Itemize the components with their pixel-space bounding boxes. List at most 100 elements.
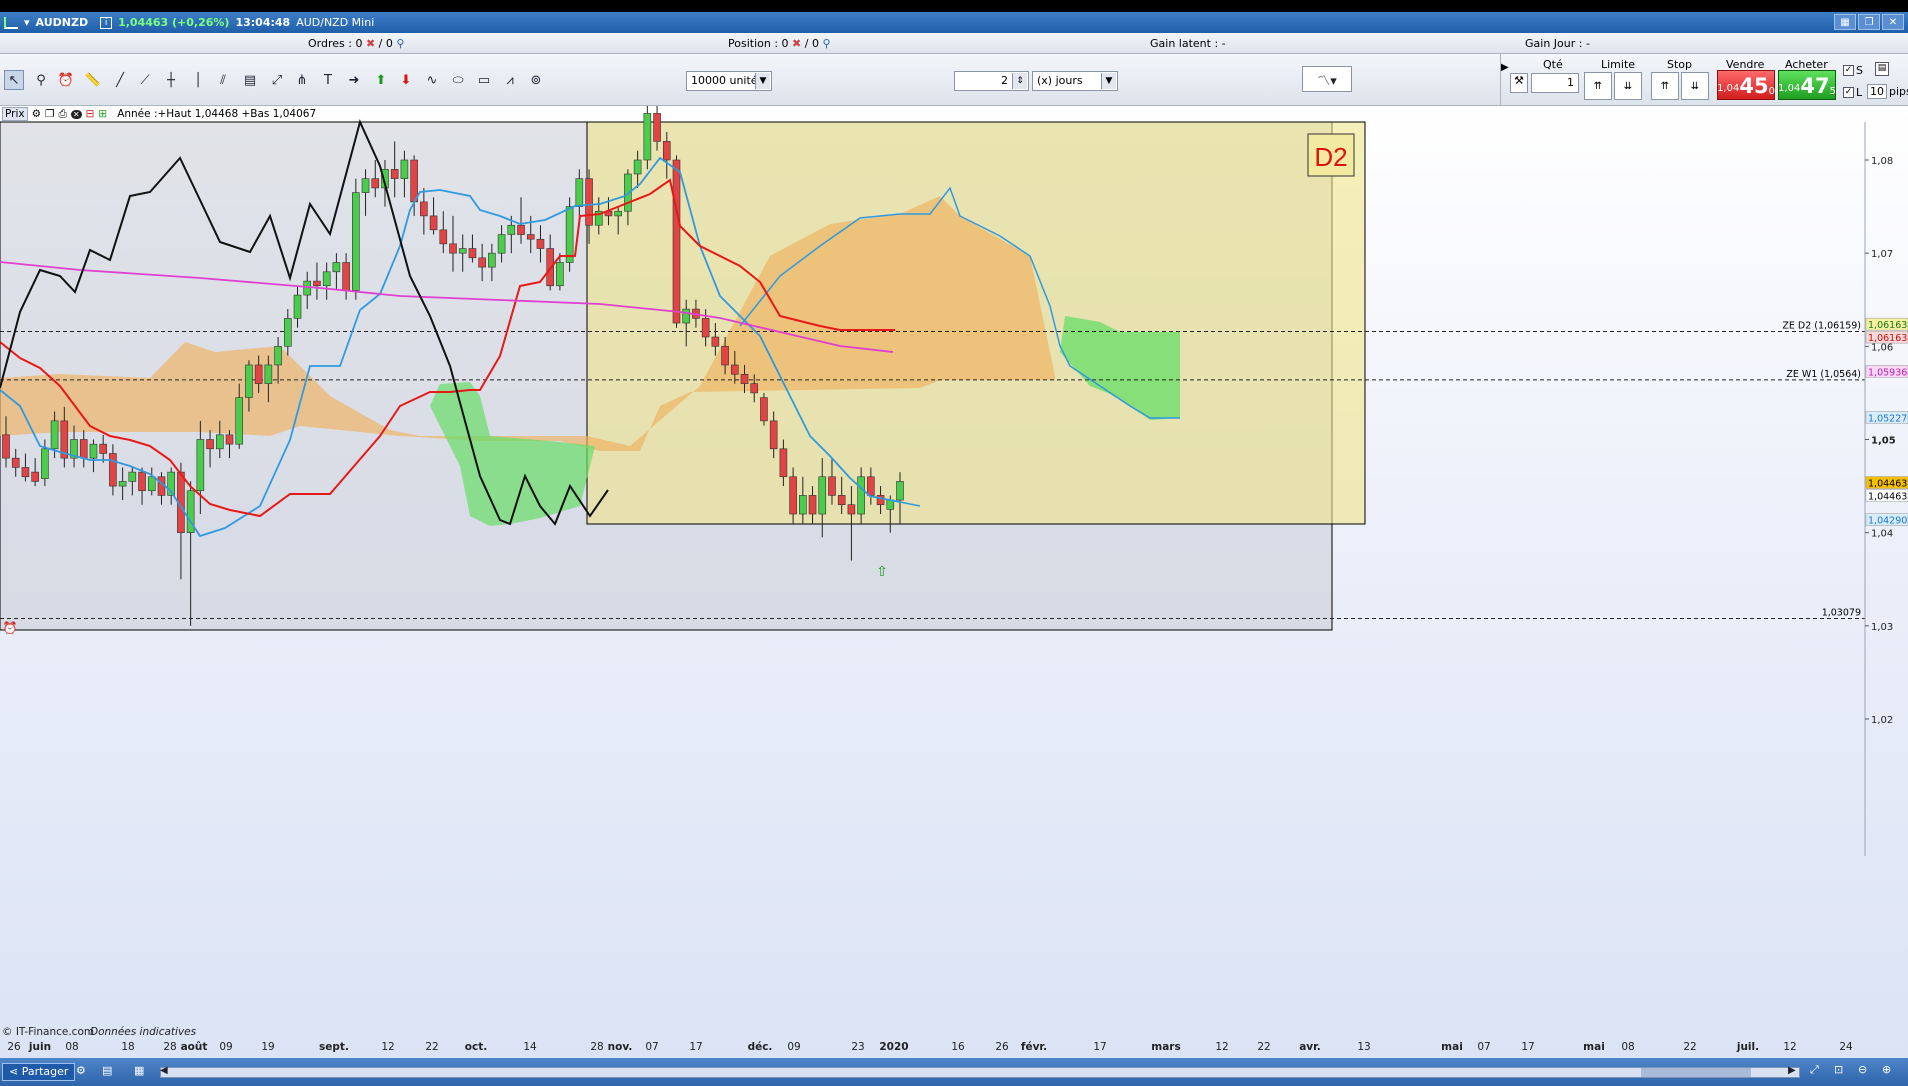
- candle-body: [322, 271, 331, 287]
- chevron-down-icon[interactable]: ▼: [755, 73, 770, 89]
- checkbox-checked-icon[interactable]: ✓: [1843, 65, 1854, 76]
- candle-body: [799, 495, 807, 515]
- candle-body: [196, 439, 205, 492]
- qty-input[interactable]: 1: [1531, 73, 1579, 93]
- text-tool-icon[interactable]: T: [318, 70, 338, 90]
- candle-body: [371, 178, 380, 189]
- alert-tool-icon[interactable]: ⏰: [56, 70, 76, 90]
- fibo-tool-icon[interactable]: ▤: [240, 70, 260, 90]
- orders-link-icon[interactable]: ⚲: [396, 37, 404, 50]
- clipboard-icon[interactable]: ▤: [1875, 62, 1889, 76]
- checkbox-checked-icon[interactable]: ✓: [1843, 87, 1854, 98]
- order-type-icon[interactable]: ⚒: [1510, 73, 1528, 93]
- scroll-left-icon[interactable]: ◀: [160, 1065, 168, 1076]
- scroll-right-icon[interactable]: ▶: [1788, 1065, 1796, 1076]
- x-tick-label: 17: [1093, 1041, 1106, 1053]
- share-button[interactable]: ⋖ Partager: [2, 1063, 76, 1081]
- zoom-area-icon[interactable]: ⊡: [1834, 1063, 1843, 1076]
- candle-body: [740, 373, 749, 384]
- x-tick-label: déc.: [748, 1041, 773, 1053]
- stop-buy-button[interactable]: ⇈: [1651, 72, 1679, 100]
- pips-input[interactable]: 10: [1867, 84, 1887, 99]
- line-label: ZE D2 (1,06159): [1782, 321, 1861, 332]
- x-tick-label: 19: [261, 1041, 274, 1053]
- zoom-out-icon[interactable]: ⊖: [1858, 1063, 1867, 1076]
- close-icon[interactable]: ✕: [1882, 14, 1904, 30]
- buy-arrow-tool-icon[interactable]: ⬆: [371, 70, 391, 90]
- cycle-tool-icon[interactable]: ⊚: [526, 70, 546, 90]
- units-select[interactable]: 10000 unités ▼: [686, 71, 772, 91]
- window-titlebar: ▾ AUDNZD i 1,04463 (+0,26%) 13:04:48 AUD…: [0, 12, 1908, 33]
- buy-button[interactable]: 1,04 47 5: [1778, 70, 1836, 100]
- candle-body: [89, 443, 98, 459]
- y-tick-label: 1,02: [1871, 715, 1893, 726]
- pattern-tool-icon[interactable]: ⩘: [500, 70, 520, 90]
- check-s[interactable]: ✓ S: [1843, 64, 1863, 77]
- candle-body: [750, 383, 759, 394]
- collapse-panel-icon[interactable]: ▶: [1501, 62, 1509, 73]
- symbol-label: AUDNZD: [35, 16, 89, 29]
- limit-buy-button[interactable]: ⇈: [1584, 72, 1612, 100]
- candle-body: [478, 257, 486, 268]
- candle-body: [206, 439, 214, 450]
- last-time: 13:04:48: [235, 16, 291, 29]
- candle-body: [50, 420, 59, 450]
- limit-sell-button[interactable]: ⇊: [1614, 72, 1642, 100]
- ray-tool-icon[interactable]: ⟋: [135, 70, 155, 90]
- layout-icon[interactable]: ▦: [1834, 14, 1856, 30]
- orders-cancel-icon[interactable]: ✖: [366, 37, 375, 50]
- candle-body: [109, 453, 117, 487]
- x-tick-label: 17: [1521, 1041, 1534, 1053]
- scrollbar-thumb[interactable]: [1641, 1068, 1751, 1077]
- fan-tool-icon[interactable]: ⋔: [292, 70, 312, 90]
- indicators-menu-icon[interactable]: 〽▾: [1302, 66, 1352, 92]
- candle-body: [118, 481, 127, 487]
- rectangle-tool-icon[interactable]: ▭: [474, 70, 494, 90]
- grid-icon[interactable]: ▦: [134, 1064, 144, 1077]
- gain-latent: Gain latent : -: [1150, 37, 1226, 50]
- arrow-tool-icon[interactable]: ➜: [344, 70, 364, 90]
- position-cancel-icon[interactable]: ✖: [792, 37, 801, 50]
- period-unit-select[interactable]: (x) jours ▼: [1032, 71, 1118, 91]
- account-infobar: Ordres : 0 ✖ / 0 ⚲ Position : 0 ✖ / 0 ⚲ …: [0, 33, 1908, 54]
- settings-icon[interactable]: ⚙: [76, 1064, 86, 1077]
- horizontal-scrollbar[interactable]: [160, 1067, 1800, 1078]
- fit-chart-icon[interactable]: ⤢: [1810, 1063, 1819, 1077]
- sell-arrow-tool-icon[interactable]: ⬇: [396, 70, 416, 90]
- symbol-dropdown-icon[interactable]: ▾: [24, 16, 30, 29]
- ruler-tool-icon[interactable]: 📏: [83, 70, 103, 90]
- list-icon[interactable]: ▤: [102, 1064, 112, 1077]
- vline-tool-icon[interactable]: │: [188, 70, 208, 90]
- zoom-tool-icon[interactable]: ⚲: [31, 70, 51, 90]
- period-value-input[interactable]: 2 ⇕: [954, 71, 1029, 91]
- channel-tool-icon[interactable]: ⫽: [213, 70, 233, 90]
- chart-icon[interactable]: [4, 16, 18, 29]
- candle-body: [420, 201, 428, 217]
- candle-body: [779, 448, 788, 478]
- info-icon[interactable]: i: [100, 16, 113, 29]
- candle-body: [225, 434, 234, 445]
- curve-tool-icon[interactable]: ∿: [422, 70, 442, 90]
- candle-body: [11, 457, 20, 468]
- zoom-in-icon[interactable]: ⊕: [1882, 1063, 1891, 1076]
- pitchfork-tool-icon[interactable]: ⤢: [267, 70, 287, 90]
- stop-sell-button[interactable]: ⇊: [1681, 72, 1709, 100]
- trendline-tool-icon[interactable]: ╱: [110, 70, 130, 90]
- x-tick-label: 08: [65, 1041, 78, 1053]
- hline-tool-icon[interactable]: ┼: [161, 70, 181, 90]
- position-link-icon[interactable]: ⚲: [822, 37, 830, 50]
- candle-body: [284, 318, 292, 347]
- stepper-icon[interactable]: ⇕: [1012, 73, 1027, 89]
- sell-button[interactable]: 1,04 45 0: [1717, 70, 1775, 100]
- restore-icon[interactable]: ❐: [1858, 14, 1880, 30]
- chart-area[interactable]: Prix ⚙ ❐ ⎙ ✕ ⊟ ⊞ Année :+Haut 1,04468 +B…: [0, 106, 1908, 1058]
- pointer-tool-icon[interactable]: ↖: [4, 70, 24, 90]
- ellipse-tool-icon[interactable]: ⬭: [448, 70, 468, 90]
- disclaimer-label: Données indicatives: [90, 1026, 197, 1038]
- candle-body: [653, 113, 661, 142]
- price-chart[interactable]: D2⇧⏰1,081,071,061,051,041,031,021,061631…: [0, 106, 1908, 1058]
- chevron-down-icon[interactable]: ▼: [1101, 73, 1116, 89]
- bottom-bar: ⋖ Partager ⚙ ▤ ▦ ◀ ▶ ⤢ ⊡ ⊖ ⊕: [0, 1058, 1908, 1086]
- stop-label: Stop: [1667, 58, 1693, 71]
- check-l[interactable]: ✓ L: [1843, 86, 1862, 99]
